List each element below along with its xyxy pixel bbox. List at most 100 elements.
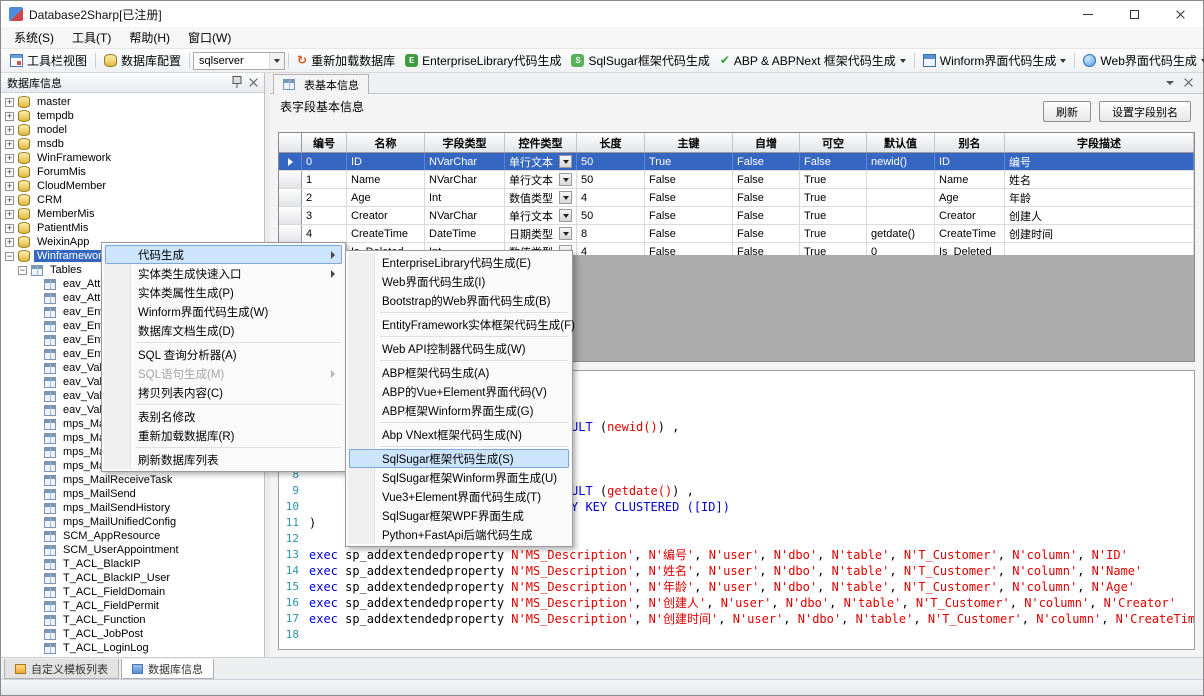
maximize-button[interactable] — [1111, 1, 1157, 27]
menu-item[interactable]: Web界面代码生成(I) — [349, 272, 569, 291]
abp-codegen-button[interactable]: ABP & ABPNext 框架代码生成 — [715, 50, 911, 71]
tree-item[interactable]: SCM_UserAppointment — [1, 543, 264, 557]
menu-item[interactable]: 刷新数据库列表 — [105, 450, 342, 469]
tree-item[interactable]: +master — [1, 95, 264, 109]
menu-item[interactable]: 重新加载数据库(R) — [105, 426, 342, 445]
grid-cell[interactable]: False — [733, 189, 800, 206]
grid-cell[interactable]: 50 — [577, 207, 645, 224]
grid-cell[interactable]: 单行文本 — [505, 207, 577, 224]
reload-db-button[interactable]: 重新加载数据库 — [292, 50, 400, 71]
menu-item[interactable]: 实体类生成快速入口 — [105, 264, 342, 283]
tree-item[interactable]: +ForumMis — [1, 165, 264, 179]
grid-row[interactable]: 3CreatorNVarChar单行文本50FalseFalseTrueCrea… — [279, 207, 1194, 225]
cell-combo-button[interactable] — [559, 209, 572, 222]
menu-item[interactable]: SqlSugar框架代码生成(S) — [349, 449, 569, 468]
close-button[interactable] — [1157, 1, 1203, 27]
tree-item[interactable]: SCM_AppResource — [1, 529, 264, 543]
grid-cell[interactable]: True — [800, 207, 867, 224]
grid-cell[interactable]: False — [645, 225, 733, 242]
grid-cell[interactable]: True — [800, 171, 867, 188]
grid-row[interactable]: 2AgeInt数值类型4FalseFalseTrueAge年龄 — [279, 189, 1194, 207]
grid-cell[interactable]: True — [800, 225, 867, 242]
close-icon[interactable] — [1184, 78, 1193, 87]
menu-item[interactable]: Bootstrap的Web界面代码生成(B) — [349, 291, 569, 310]
menu-item[interactable]: 实体类属性生成(P) — [105, 283, 342, 302]
menu-item[interactable]: SQL语句生成(M) — [105, 364, 342, 383]
grid-cell[interactable]: ID — [347, 153, 425, 170]
expand-box-icon[interactable]: + — [5, 196, 14, 205]
menu-help[interactable]: 帮助(H) — [120, 26, 179, 49]
grid-cell[interactable]: Int — [425, 189, 505, 206]
pin-icon[interactable] — [232, 76, 241, 89]
menu-item[interactable]: SQL 查询分析器(A) — [105, 345, 342, 364]
menu-item[interactable]: Abp VNext框架代码生成(N) — [349, 425, 569, 444]
grid-cell[interactable]: Name — [347, 171, 425, 188]
grid-cell[interactable]: 单行文本 — [505, 153, 577, 170]
grid-cell[interactable] — [867, 189, 935, 206]
grid-row[interactable]: 1NameNVarChar单行文本50FalseFalseTrueName姓名 — [279, 171, 1194, 189]
tree-item[interactable]: T_ACL_BlackIP — [1, 557, 264, 571]
grid-row[interactable]: 0IDNVarChar单行文本50TrueFalseFalsenewid()ID… — [279, 153, 1194, 171]
menu-item[interactable]: 表别名修改 — [105, 407, 342, 426]
set-field-alias-button[interactable]: 设置字段别名 — [1099, 101, 1191, 122]
expand-box-icon[interactable]: + — [5, 210, 14, 219]
expand-box-icon[interactable]: + — [5, 168, 14, 177]
grid-cell[interactable]: False — [733, 153, 800, 170]
grid-cell[interactable] — [1005, 243, 1194, 255]
grid-cell[interactable]: newid() — [867, 153, 935, 170]
grid-cell[interactable]: 创建人 — [1005, 207, 1194, 224]
cell-combo-button[interactable] — [559, 227, 572, 240]
grid-cell[interactable]: 2 — [302, 189, 347, 206]
grid-cell[interactable]: Creator — [347, 207, 425, 224]
grid-cell[interactable]: 日期类型 — [505, 225, 577, 242]
tree-item[interactable]: T_ACL_LoginLog — [1, 641, 264, 655]
grid-cell[interactable]: False — [733, 225, 800, 242]
tree-item[interactable]: T_ACL_FieldDomain — [1, 585, 264, 599]
refresh-button[interactable]: 刷新 — [1043, 101, 1091, 122]
grid-cell[interactable]: False — [645, 189, 733, 206]
grid-cell[interactable]: Age — [935, 189, 1005, 206]
menu-item[interactable]: EnterpriseLibrary代码生成(E) — [349, 253, 569, 272]
grid-cell[interactable]: 单行文本 — [505, 171, 577, 188]
dropdown-arrow-icon[interactable] — [1060, 59, 1066, 63]
web-codegen-button[interactable]: Web界面代码生成 — [1078, 50, 1204, 71]
grid-cell[interactable]: getdate() — [867, 225, 935, 242]
grid-cell[interactable]: 50 — [577, 153, 645, 170]
tree-item[interactable]: mps_MailUnifiedConfig — [1, 515, 264, 529]
menu-item[interactable]: SqlSugar框架Winform界面生成(U) — [349, 468, 569, 487]
grid-cell[interactable]: ID — [935, 153, 1005, 170]
grid-cell[interactable]: 4 — [302, 225, 347, 242]
tab-table-info[interactable]: 表基本信息 — [273, 74, 369, 94]
grid-cell[interactable]: 年龄 — [1005, 189, 1194, 206]
menu-item[interactable]: Web API控制器代码生成(W) — [349, 339, 569, 358]
menu-system[interactable]: 系统(S) — [5, 26, 63, 49]
close-icon[interactable] — [249, 78, 258, 87]
grid-cell[interactable]: False — [733, 207, 800, 224]
expand-box-icon[interactable]: + — [5, 126, 14, 135]
grid-cell[interactable]: 4 — [577, 243, 645, 255]
enterpriselibrary-codegen-button[interactable]: EnterpriseLibrary代码生成 — [400, 50, 566, 71]
grid-cell[interactable]: 编号 — [1005, 153, 1194, 170]
expand-box-icon[interactable]: + — [5, 154, 14, 163]
tree-item[interactable]: +PatientMis — [1, 221, 264, 235]
db-config-button[interactable]: 数据库配置 — [99, 50, 186, 71]
expand-box-icon[interactable]: + — [5, 140, 14, 149]
grid-cell[interactable]: CreateTime — [935, 225, 1005, 242]
grid-cell[interactable] — [867, 207, 935, 224]
grid-cell[interactable]: NVarChar — [425, 153, 505, 170]
menu-item[interactable]: ABP框架Winform界面生成(G) — [349, 401, 569, 420]
tree-item[interactable]: +WinFramework — [1, 151, 264, 165]
grid-cell[interactable]: DateTime — [425, 225, 505, 242]
tree-item[interactable]: T_ACL_Function — [1, 613, 264, 627]
tab-custom-templates[interactable]: 自定义模板列表 — [4, 659, 119, 679]
expand-box-icon[interactable]: + — [5, 182, 14, 191]
tree-item[interactable]: mps_MailSend — [1, 487, 264, 501]
menu-item[interactable]: ABP的Vue+Element界面代码(V) — [349, 382, 569, 401]
sqlsugar-codegen-button[interactable]: SqlSugar框架代码生成 — [566, 50, 714, 71]
grid-cell[interactable]: False — [645, 207, 733, 224]
cell-combo-button[interactable] — [559, 191, 572, 204]
menu-item[interactable]: ABP框架代码生成(A) — [349, 363, 569, 382]
menu-item[interactable]: EntityFramework实体框架代码生成(F) — [349, 315, 569, 334]
tree-item[interactable]: +CloudMember — [1, 179, 264, 193]
dropdown-arrow-icon[interactable] — [900, 59, 906, 63]
